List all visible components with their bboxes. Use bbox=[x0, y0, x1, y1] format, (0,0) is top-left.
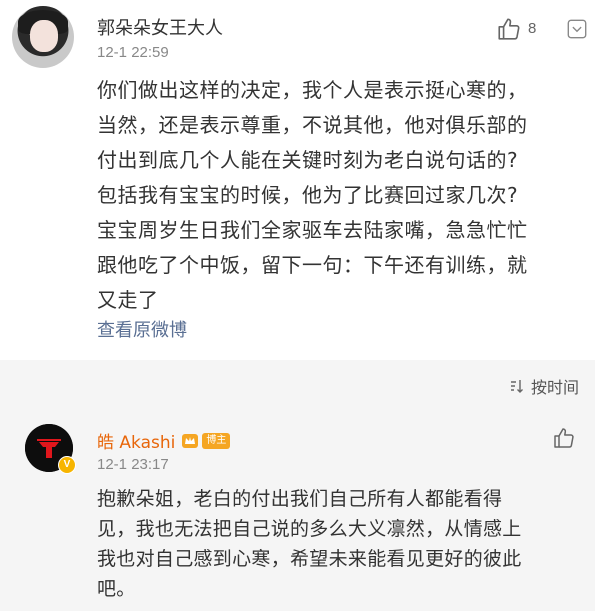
comments-section: 按时间 V 皓 Akashi 博主 12-1 23:17 抱歉朵姐，老白的付出我… bbox=[0, 360, 595, 611]
comment-author-name: 皓 Akashi bbox=[97, 433, 176, 453]
host-badge: 博主 bbox=[202, 432, 231, 449]
sort-icon bbox=[510, 380, 523, 393]
sort-label: 按时间 bbox=[530, 378, 579, 397]
post-text-line: 你们做出这样的决定，我个人是表示挺心寒的， bbox=[97, 78, 528, 102]
vip-crown-icon bbox=[182, 433, 199, 448]
verified-icon: V bbox=[58, 456, 76, 474]
sort-by-time-button[interactable]: 按时间 bbox=[509, 374, 579, 398]
thumbs-up-icon[interactable] bbox=[552, 426, 576, 450]
post-author-avatar[interactable] bbox=[12, 6, 74, 68]
comment-text-line: 我也对自己感到心寒，希望未来能看见更好的彼此 bbox=[97, 548, 522, 570]
avatar-face bbox=[30, 20, 58, 52]
post-text-line: 当然，还是表示尊重，不说其他，他对俱乐部的 bbox=[97, 113, 528, 137]
comment-author[interactable]: 皓 Akashi 博主 bbox=[97, 428, 231, 453]
chevron-down-icon[interactable] bbox=[566, 18, 588, 40]
post-text-line: 跟他吃了个中饭，留下一句：下午还有训练，就 bbox=[97, 253, 528, 277]
like-count: 8 bbox=[528, 20, 537, 37]
post-timestamp: 12-1 22:59 bbox=[97, 44, 169, 61]
comment-text-line: 抱歉朵姐，老白的付出我们自己所有人都能看得 bbox=[97, 488, 503, 510]
post-card: 郭朵朵女王大人 12-1 22:59 8 你们做出这样的决定，我个人是表示挺心寒… bbox=[0, 0, 595, 360]
post-text-line: 付出到底几个人能在关键时刻为老白说句话的? bbox=[97, 148, 519, 172]
post-text-line: 宝宝周岁生日我们全家驱车去陆家嘴，急急忙忙 bbox=[97, 218, 528, 242]
comment-text-line: 吧。 bbox=[97, 578, 136, 600]
comment-text-line: 见，我也无法把自己说的多么大义凛然，从情感上 bbox=[97, 518, 522, 540]
comment-body: 抱歉朵姐，老白的付出我们自己所有人都能看得 见，我也无法把自己说的多么大义凛然，… bbox=[97, 484, 577, 604]
comment-timestamp: 12-1 23:17 bbox=[97, 456, 169, 473]
post-text-line: 包括我有宝宝的时候，他为了比赛回过家几次? bbox=[97, 183, 519, 207]
post-text-line: 又走了 bbox=[97, 288, 159, 312]
view-original-link[interactable]: 查看原微博 bbox=[97, 316, 187, 342]
post-body: 你们做出这样的决定，我个人是表示挺心寒的， 当然，还是表示尊重，不说其他，他对俱… bbox=[97, 73, 577, 318]
thumbs-up-icon[interactable] bbox=[496, 16, 522, 42]
post-author-name[interactable]: 郭朵朵女王大人 bbox=[97, 14, 223, 40]
